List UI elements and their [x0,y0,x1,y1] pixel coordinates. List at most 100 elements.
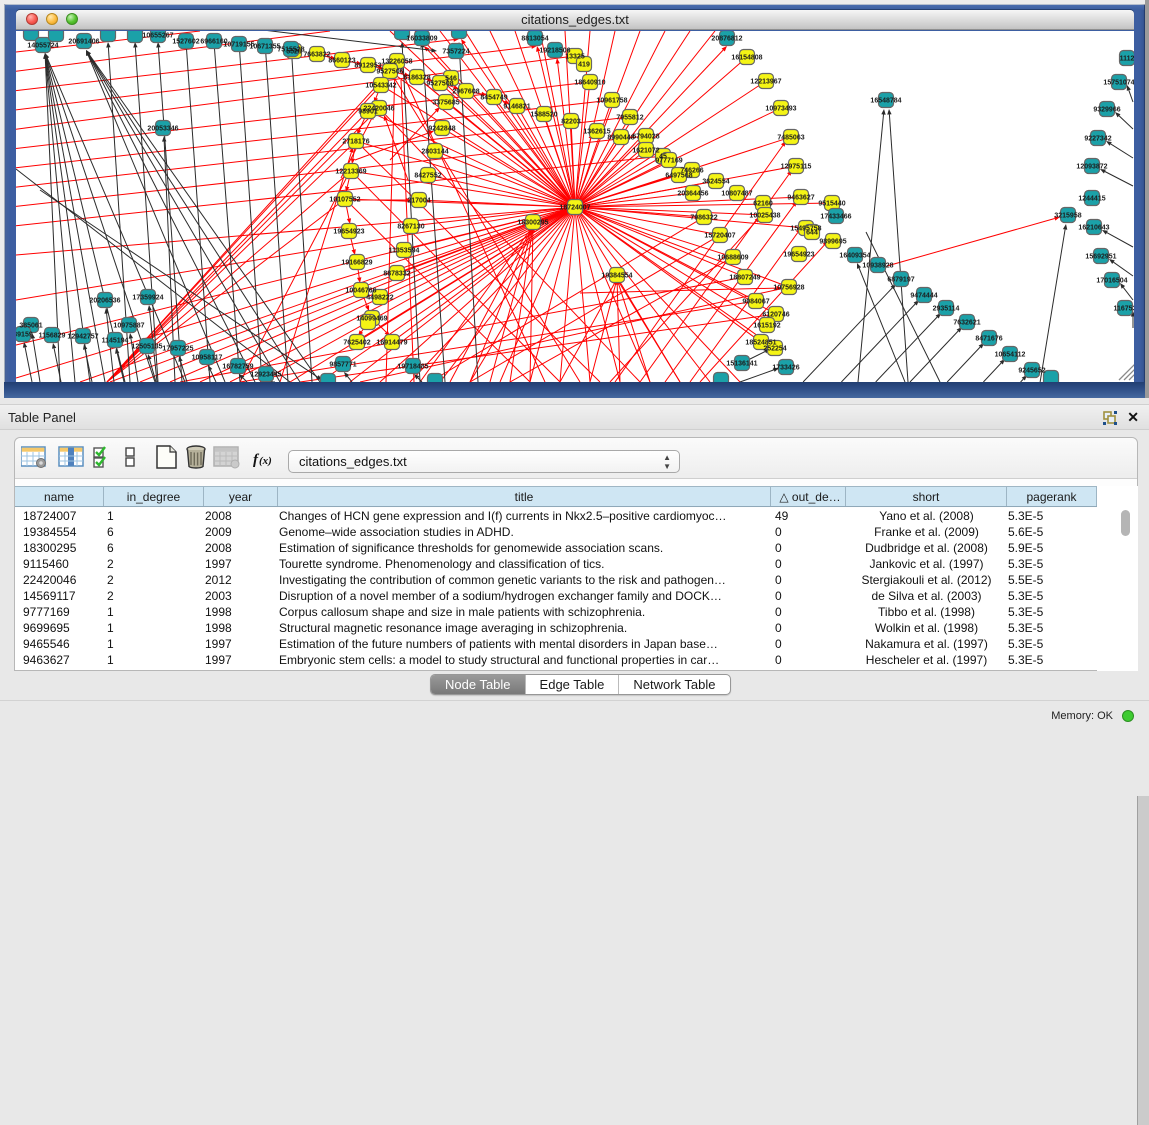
svg-text:10654112: 10654112 [995,352,1026,359]
svg-text:7625402: 7625402 [343,340,370,347]
svg-text:10961758: 10961758 [596,98,627,105]
svg-text:3375685: 3375685 [432,100,459,107]
svg-text:19654923: 19654923 [333,229,364,236]
svg-text:16033809: 16033809 [406,36,437,43]
svg-text:12975115: 12975115 [781,164,812,171]
svg-text:10543342: 10543342 [365,83,396,90]
svg-text:8660123: 8660123 [328,58,355,65]
svg-text:419: 419 [578,62,590,69]
svg-text:17016504: 17016504 [1096,278,1127,285]
svg-text:252254: 252254 [763,346,786,353]
svg-text:(x): (x) [259,455,272,467]
svg-text:19654923: 19654923 [783,252,814,259]
svg-text:12942757: 12942757 [67,334,98,341]
svg-text:7955812: 7955812 [616,115,643,122]
svg-text:16548784: 16548784 [870,98,901,105]
svg-text:6794028: 6794028 [632,134,659,141]
svg-text:16409354: 16409354 [839,253,870,260]
svg-text:6879197: 6879197 [887,277,914,284]
svg-text:9329966: 9329966 [1093,107,1120,114]
svg-text:62160: 62160 [753,201,773,208]
svg-text:10973493: 10973493 [765,106,796,113]
svg-text:3624554: 3624554 [702,179,729,186]
svg-text:10107552: 10107552 [329,197,360,204]
svg-text:19718485: 19718485 [397,364,428,371]
svg-text:12923445: 12923445 [250,372,281,379]
svg-text:1615192: 1615192 [753,323,780,330]
svg-text:20206536: 20206536 [89,298,120,305]
svg-text:17957225: 17957225 [162,346,193,353]
svg-text:9527508: 9527508 [426,81,453,88]
svg-text:8990448: 8990448 [607,135,634,142]
svg-text:20876812: 20876812 [711,36,742,43]
svg-text:10025438: 10025438 [749,213,780,220]
svg-text:16210643: 16210643 [1078,225,1109,232]
svg-text:7515528: 7515528 [277,47,304,54]
svg-text:7357224: 7357224 [442,49,469,56]
svg-text:19218506: 19218506 [539,48,570,55]
svg-text:14055724: 14055724 [27,43,58,50]
svg-text:2935114: 2935114 [933,306,960,313]
svg-text:7663822: 7663822 [303,52,330,59]
svg-text:10688609: 10688609 [717,255,748,262]
svg-text:9463627: 9463627 [787,195,814,202]
svg-text:1112: 1112 [1120,56,1134,63]
svg-text:10807487: 10807487 [721,191,752,198]
svg-text:217004: 217004 [407,198,430,205]
svg-text:20364456: 20364456 [677,191,708,198]
svg-text:18724007: 18724007 [559,205,590,212]
svg-text:10958117: 10958117 [192,355,223,362]
svg-text:116753: 116753 [1114,306,1134,313]
svg-text:15720407: 15720407 [704,233,735,240]
svg-text:8813054: 8813054 [521,36,548,43]
svg-text:1145194: 1145194 [102,338,129,345]
svg-text:18300295: 18300295 [517,220,548,227]
svg-text:2718176: 2718176 [342,139,369,146]
svg-text:7986322: 7986322 [690,215,717,222]
svg-text:10671355: 10671355 [249,44,280,51]
svg-text:6497568: 6497568 [665,173,692,180]
svg-text:15751074: 15751074 [1103,80,1134,87]
svg-text:7632621: 7632621 [953,320,980,327]
svg-text:9527506: 9527506 [376,69,403,76]
svg-text:9084067: 9084067 [742,299,769,306]
svg-text:10046766: 10046766 [345,288,376,295]
svg-text:12505135: 12505135 [131,344,162,351]
svg-text:9857771: 9857771 [329,362,356,369]
svg-text:18807249: 18807249 [729,275,760,282]
svg-text:6120746: 6120746 [762,312,789,319]
svg-text:10975887: 10975887 [113,323,144,330]
svg-text:14099469: 14099469 [356,316,387,323]
svg-text:39159: 39159 [16,332,33,339]
svg-text:8267130: 8267130 [397,224,424,231]
svg-text:8454749: 8454749 [480,95,507,102]
svg-text:8878332: 8878332 [383,271,410,278]
svg-text:9777169: 9777169 [655,158,682,165]
svg-text:17433466: 17433466 [820,214,851,221]
svg-text:9474444: 9474444 [910,293,937,300]
svg-text:1156829: 1156829 [39,333,66,340]
svg-text:8427552: 8427552 [414,173,441,180]
svg-text:82203: 82203 [561,119,581,126]
svg-text:1244415: 1244415 [1078,196,1105,203]
svg-text:11353594: 11353594 [389,248,420,255]
svg-text:13325: 13325 [565,54,585,61]
svg-text:4498222: 4498222 [366,295,393,302]
svg-text:15692951: 15692951 [1085,254,1116,261]
svg-text:1621072: 1621072 [632,148,659,155]
svg-text:16154808: 16154808 [731,55,762,62]
svg-text:9245652: 9245652 [1018,368,1045,375]
svg-text:12213967: 12213967 [750,79,781,86]
svg-text:385061: 385061 [19,323,42,330]
svg-text:98901: 98901 [358,109,378,116]
svg-text:19384554: 19384554 [601,273,632,280]
svg-text:18640910: 18640910 [574,80,605,87]
svg-text:16914479: 16914479 [376,340,407,347]
svg-text:12093872: 12093872 [1076,164,1107,171]
svg-text:3215958: 3215958 [1054,213,1081,220]
svg-text:7485063: 7485063 [777,135,804,142]
svg-text:10756928: 10756928 [773,285,804,292]
svg-text:9899695: 9899695 [819,239,846,246]
svg-text:17359924: 17359924 [132,295,163,302]
svg-text:10938928: 10938928 [862,263,893,270]
